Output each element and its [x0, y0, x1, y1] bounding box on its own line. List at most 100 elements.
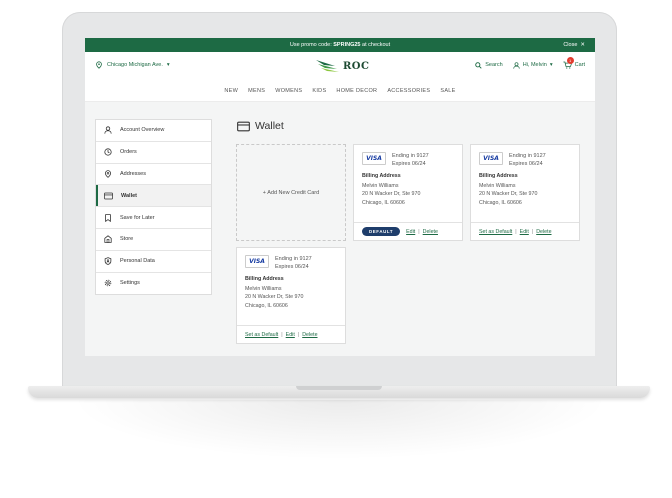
action-separator: |: [418, 228, 420, 235]
billing-street: 20 N Wacker Dr, Ste 970: [479, 191, 538, 197]
card-ending: Ending in 9127: [392, 153, 429, 159]
sidebar-item-label: Save for Later: [120, 214, 155, 221]
account-menu[interactable]: Hi, Melvin ▾: [513, 61, 553, 69]
site-header: Chicago Michigan Ave. ▾ ROC Search Hi, M…: [85, 52, 595, 102]
credit-card-tile: VISA Ending in 9127 Expires 06/24 Billin…: [470, 144, 580, 241]
billing-street: 20 N Wacker Dr, Ste 970: [245, 294, 304, 300]
search-icon: [475, 61, 482, 69]
sidebar-item-label: Store: [120, 236, 134, 243]
billing-name: Melvin Williams: [362, 182, 399, 189]
nav-item-mens[interactable]: MENS: [248, 88, 265, 94]
sidebar-item-label: Wallet: [121, 192, 137, 199]
nav-item-new[interactable]: NEW: [224, 88, 238, 94]
promo-prefix: Use promo code:: [289, 42, 332, 48]
add-credit-card-label: + Add New Credit Card: [262, 189, 320, 196]
store-location-label: Chicago Michigan Ave.: [107, 62, 163, 68]
sidebar-item-label: Account Overview: [120, 127, 165, 134]
card-ending: Ending in 9127: [509, 153, 546, 159]
search-label: Search: [485, 62, 503, 68]
location-pin-icon: [96, 61, 102, 69]
nav-item-womens[interactable]: WOMENS: [275, 88, 302, 94]
shield-icon: [104, 257, 112, 266]
account-sidebar: Account Overview Orders Addresses Wallet…: [95, 119, 212, 296]
screen: Use promo code: SPRING25 at checkout Clo…: [85, 38, 595, 356]
sidebar-item-orders[interactable]: Orders: [96, 142, 211, 164]
sidebar-item-addresses[interactable]: Addresses: [96, 164, 211, 186]
site-logo[interactable]: ROC: [315, 58, 369, 74]
account-label: Hi, Melvin: [522, 62, 547, 68]
sidebar-item-label: Personal Data: [120, 258, 155, 265]
edit-card-link[interactable]: Edit: [520, 229, 529, 235]
set-default-link[interactable]: Set as Default: [245, 332, 278, 338]
edit-card-link[interactable]: Edit: [406, 229, 415, 235]
cart-label: Cart: [574, 62, 585, 68]
billing-address-heading: Billing Address: [479, 173, 518, 179]
header-actions: Search Hi, Melvin ▾ 1 Cart: [475, 57, 585, 69]
promo-close-button[interactable]: Close ✕: [563, 38, 585, 52]
chevron-down-icon: ▾: [166, 62, 170, 68]
clock-icon: [104, 148, 112, 156]
location-pin-icon: [105, 170, 111, 178]
laptop-shadow: [70, 400, 610, 460]
billing-address-heading: Billing Address: [362, 173, 401, 179]
gear-icon: [104, 280, 112, 287]
promo-code: SPRING25: [333, 42, 361, 48]
sidebar-item-personal-data[interactable]: Personal Data: [96, 251, 211, 273]
sidebar-item-settings[interactable]: Settings: [96, 273, 211, 295]
card-ending: Ending in 9127: [275, 256, 312, 262]
cart-button[interactable]: 1 Cart: [562, 57, 585, 69]
promo-bar: Use promo code: SPRING25 at checkout Clo…: [85, 38, 595, 52]
card-expiry: Expires 06/24: [275, 264, 309, 270]
promo-close-label: Close: [563, 42, 578, 48]
search-button[interactable]: Search: [475, 61, 503, 69]
nav-item-sale[interactable]: SALE: [440, 88, 455, 94]
billing-address-heading: Billing Address: [245, 276, 284, 282]
billing-city: Chicago, IL 60606: [245, 302, 288, 309]
action-separator: |: [515, 228, 517, 235]
card-actions: Set as Default | Edit | Delete: [237, 325, 345, 343]
bookmark-icon: [105, 213, 111, 222]
card-expiry: Expires 06/24: [392, 161, 426, 167]
credit-card-tile: VISA Ending in 9127 Expires 06/24 Billin…: [236, 247, 346, 344]
chevron-down-icon: ▾: [549, 62, 553, 68]
edit-card-link[interactable]: Edit: [286, 332, 295, 338]
action-separator: |: [281, 331, 283, 338]
credit-card-tile: VISA Ending in 9127 Expires 06/24 Billin…: [353, 144, 463, 241]
main-nav: NEW MENS WOMENS KIDS HOME DECOR ACCESSOR…: [85, 88, 595, 94]
billing-name: Melvin Williams: [245, 285, 282, 292]
user-icon: [104, 126, 112, 135]
logo-wing-icon: [316, 60, 339, 72]
store-icon: [104, 235, 112, 244]
sidebar-item-label: Orders: [120, 149, 137, 156]
logo-text: ROC: [343, 60, 370, 72]
page-title: Wallet: [237, 120, 284, 132]
nav-item-kids[interactable]: KIDS: [312, 88, 326, 94]
page-title-text: Wallet: [255, 120, 284, 132]
laptop-notch: [296, 386, 382, 390]
sidebar-item-label: Addresses: [120, 170, 146, 177]
set-default-link[interactable]: Set as Default: [479, 229, 512, 235]
billing-city: Chicago, IL 60606: [362, 199, 405, 206]
card-actions: DEFAULT Edit | Delete: [354, 222, 462, 240]
store-location-selector[interactable]: Chicago Michigan Ave. ▾: [95, 61, 170, 69]
nav-item-accessories[interactable]: ACCESSORIES: [387, 88, 430, 94]
sidebar-item-wallet[interactable]: Wallet: [96, 185, 211, 208]
action-separator: |: [297, 331, 300, 338]
delete-card-link[interactable]: Delete: [423, 229, 438, 235]
visa-logo: VISA: [362, 152, 386, 165]
credit-card-icon: [104, 192, 113, 200]
sidebar-item-label: Settings: [120, 280, 140, 287]
sidebar-item-save-for-later[interactable]: Save for Later: [96, 207, 211, 229]
add-credit-card-button[interactable]: + Add New Credit Card: [236, 144, 346, 241]
action-separator: |: [531, 228, 534, 235]
billing-name: Melvin Williams: [479, 182, 516, 189]
billing-street: 20 N Wacker Dr, Ste 970: [362, 191, 421, 197]
sidebar-item-account-overview[interactable]: Account Overview: [96, 120, 211, 142]
delete-card-link[interactable]: Delete: [536, 229, 551, 235]
sidebar-item-store[interactable]: Store: [96, 229, 211, 251]
delete-card-link[interactable]: Delete: [302, 332, 317, 338]
billing-city: Chicago, IL 60606: [479, 199, 522, 206]
account-content: Account Overview Orders Addresses Wallet…: [85, 102, 595, 356]
card-expiry: Expires 06/24: [509, 161, 543, 167]
nav-item-home-decor[interactable]: HOME DECOR: [336, 88, 377, 94]
